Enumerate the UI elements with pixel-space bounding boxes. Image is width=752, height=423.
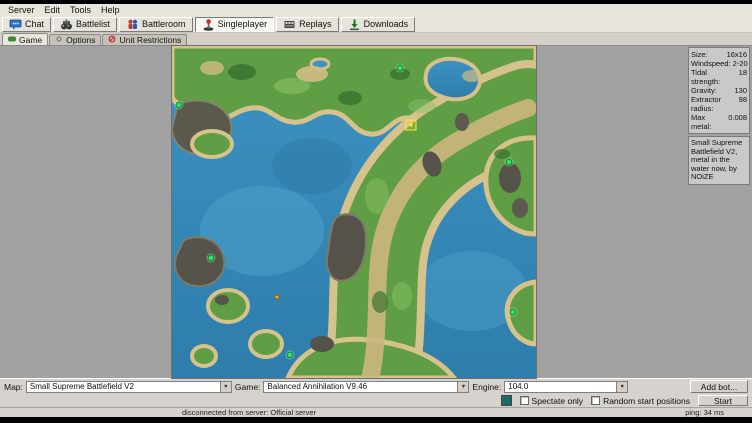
random-start-positions-label: Random start positions	[603, 396, 690, 406]
chevron-down-icon: ▼	[616, 382, 627, 392]
map-info-panel: Size:16x16 Windspeed:2-20 Tidal strength…	[688, 46, 750, 378]
game-select-label: Game:	[235, 382, 261, 392]
menu-help[interactable]: Help	[96, 5, 125, 15]
battlelist-icon	[60, 18, 73, 31]
subtab-unit-restrictions-label: Unit Restrictions	[119, 35, 181, 45]
status-bar: disconnected from server: Official serve…	[0, 407, 752, 417]
battleroom-icon	[126, 18, 139, 31]
singleplayer-subtabs: Game Options Unit Restrictions	[0, 33, 752, 46]
team-color-swatch[interactable]	[501, 395, 512, 406]
subtab-options-label: Options	[66, 35, 95, 45]
checkbox-icon	[591, 396, 600, 405]
start-position-marker[interactable]	[207, 255, 214, 262]
gear-icon	[55, 35, 63, 45]
menu-bar: Server Edit Tools Help	[0, 4, 752, 16]
main-toolbar: Chat Battlelist Battleroom Singleplayer …	[0, 16, 752, 33]
start-position-marker[interactable]	[506, 158, 513, 165]
start-position-layer	[172, 46, 536, 378]
game-icon	[8, 35, 16, 45]
map-stat-maxmetal: Max metal:0.008	[691, 113, 747, 131]
tab-replays-label: Replays	[299, 19, 332, 29]
subtab-game[interactable]: Game	[2, 33, 48, 45]
map-stat-tidal: Tidal strength:18	[691, 68, 747, 86]
map-stats-box: Size:16x16 Windspeed:2-20 Tidal strength…	[688, 47, 750, 134]
chevron-down-icon: ▼	[220, 382, 231, 392]
engine-select[interactable]: 104.0 ▼	[504, 381, 628, 393]
tab-chat[interactable]: Chat	[2, 17, 51, 32]
battle-setup-area: Size:16x16 Windspeed:2-20 Tidal strength…	[0, 46, 752, 378]
map-description-box: Small Supreme Battlefield V2, metal in t…	[688, 136, 750, 185]
tab-replays[interactable]: Replays	[276, 17, 339, 32]
menu-server[interactable]: Server	[3, 5, 40, 15]
chevron-down-icon: ▼	[457, 382, 468, 392]
map-stat-gravity: Gravity:130	[691, 86, 747, 95]
restriction-icon	[108, 35, 116, 45]
tab-battleroom-label: Battleroom	[142, 19, 186, 29]
battle-config-bar: Map: Small Supreme Battlefield V2 ▼ Game…	[0, 378, 752, 394]
tab-downloads[interactable]: Downloads	[341, 17, 416, 32]
add-bot-button[interactable]: Add bot...	[690, 380, 748, 393]
map-select-value: Small Supreme Battlefield V2	[27, 382, 220, 391]
start-position-marker[interactable]	[274, 294, 279, 299]
map-description-text: Small Supreme Battlefield V2, metal in t…	[691, 138, 742, 181]
start-position-marker[interactable]	[396, 64, 403, 71]
engine-select-value: 104.0	[505, 382, 616, 391]
singleplayer-icon	[202, 18, 215, 31]
tab-chat-label: Chat	[25, 19, 44, 29]
menu-tools[interactable]: Tools	[65, 5, 96, 15]
connection-status-text: disconnected from server: Official serve…	[182, 408, 316, 417]
letterbox-bottom	[0, 417, 752, 423]
selected-start-marker[interactable]	[406, 120, 417, 131]
subtab-game-label: Game	[19, 35, 42, 45]
tab-battleroom[interactable]: Battleroom	[119, 17, 193, 32]
lobby-window: Server Edit Tools Help Chat Battlelist B…	[0, 0, 752, 423]
ping-text: ping: 34 ms	[685, 408, 724, 417]
map-select-label: Map:	[4, 382, 23, 392]
tab-downloads-label: Downloads	[364, 19, 409, 29]
map-stat-size: Size:16x16	[691, 50, 747, 59]
tab-singleplayer[interactable]: Singleplayer	[195, 17, 275, 32]
start-position-marker[interactable]	[286, 352, 293, 359]
downloads-icon	[348, 18, 361, 31]
replays-icon	[283, 18, 296, 31]
subtab-unit-restrictions[interactable]: Unit Restrictions	[102, 34, 187, 45]
game-select[interactable]: Balanced Annihilation V9.46 ▼	[263, 381, 469, 393]
random-start-positions-checkbox[interactable]: Random start positions	[591, 396, 690, 406]
map-stat-windspeed: Windspeed:2-20	[691, 59, 747, 68]
tab-battlelist-label: Battlelist	[76, 19, 110, 29]
spectate-only-checkbox[interactable]: Spectate only	[520, 396, 584, 406]
map-select[interactable]: Small Supreme Battlefield V2 ▼	[26, 381, 232, 393]
map-stat-extractor: Extractor radius:98	[691, 95, 747, 113]
tab-singleplayer-label: Singleplayer	[218, 19, 268, 29]
start-options-bar: Spectate only Random start positions Sta…	[0, 394, 752, 407]
spectate-only-label: Spectate only	[532, 396, 584, 406]
subtab-options[interactable]: Options	[49, 34, 101, 45]
tab-battlelist[interactable]: Battlelist	[53, 17, 117, 32]
checkbox-icon	[520, 396, 529, 405]
start-position-marker[interactable]	[175, 102, 182, 109]
start-button[interactable]: Start	[698, 395, 748, 406]
engine-select-label: Engine:	[472, 382, 501, 392]
map-preview[interactable]	[172, 46, 536, 378]
chat-icon	[9, 18, 22, 31]
menu-edit[interactable]: Edit	[40, 5, 66, 15]
start-position-marker[interactable]	[510, 308, 517, 315]
game-select-value: Balanced Annihilation V9.46	[264, 382, 457, 391]
